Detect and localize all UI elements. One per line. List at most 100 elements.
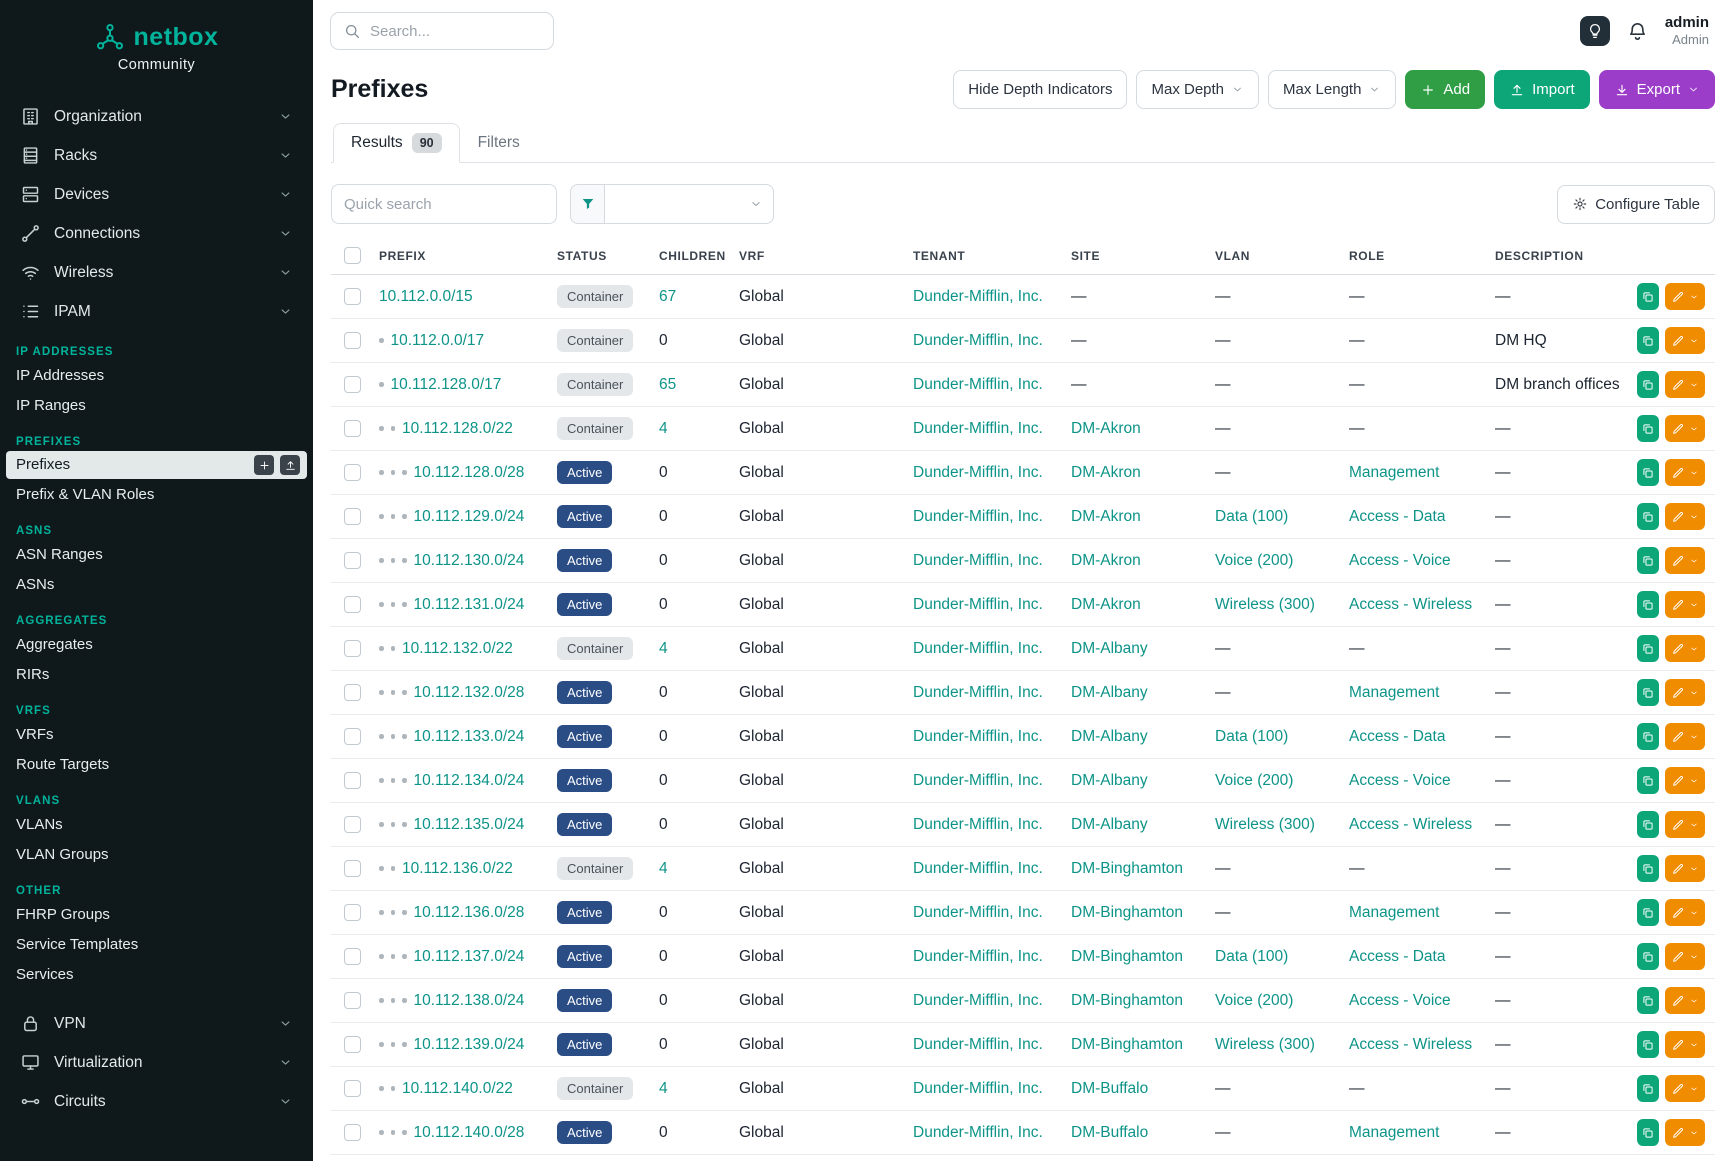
row-checkbox[interactable] — [344, 332, 361, 349]
tab-filters[interactable]: Filters — [460, 123, 538, 163]
copy-button[interactable] — [1637, 723, 1659, 750]
prefix-link[interactable]: 10.112.130.0/24 — [414, 552, 525, 569]
row-checkbox[interactable] — [344, 1124, 361, 1141]
hide-depth-indicators-button[interactable]: Hide Depth Indicators — [953, 70, 1127, 109]
copy-button[interactable] — [1637, 459, 1659, 486]
row-checkbox[interactable] — [344, 948, 361, 965]
site-link[interactable]: DM-Albany — [1071, 640, 1148, 657]
row-checkbox[interactable] — [344, 1080, 361, 1097]
site-link[interactable]: DM-Albany — [1071, 772, 1148, 789]
vlan-link[interactable]: Data (100) — [1215, 728, 1288, 745]
sidebar-item-racks[interactable]: Racks — [0, 136, 313, 175]
site-link[interactable]: DM-Binghamton — [1071, 904, 1183, 921]
tenant-link[interactable]: Dunder-Mifflin, Inc. — [913, 684, 1043, 701]
sidebar-item-devices[interactable]: Devices — [0, 175, 313, 214]
prefix-link[interactable]: 10.112.140.0/28 — [414, 1124, 525, 1141]
edit-dropdown-button[interactable] — [1665, 723, 1705, 750]
column-header-description[interactable]: Description — [1485, 238, 1627, 275]
row-checkbox[interactable] — [344, 640, 361, 657]
global-search[interactable] — [330, 12, 554, 50]
sidebar-item-ip-ranges[interactable]: IP Ranges — [0, 391, 313, 421]
site-link[interactable]: DM-Akron — [1071, 464, 1141, 481]
copy-button[interactable] — [1637, 987, 1659, 1014]
column-header-role[interactable]: Role — [1339, 238, 1485, 275]
edit-dropdown-button[interactable] — [1665, 327, 1705, 354]
prefix-link[interactable]: 10.112.128.0/17 — [391, 376, 502, 393]
edit-dropdown-button[interactable] — [1665, 855, 1705, 882]
copy-button[interactable] — [1637, 283, 1659, 310]
prefix-link[interactable]: 10.112.132.0/22 — [402, 640, 513, 657]
sidebar-item-services[interactable]: Services — [0, 960, 313, 990]
column-header-prefix[interactable]: Prefix — [369, 238, 547, 275]
tenant-link[interactable]: Dunder-Mifflin, Inc. — [913, 904, 1043, 921]
export-dropdown[interactable]: Export — [1599, 70, 1715, 109]
prefix-link[interactable]: 10.112.139.0/24 — [414, 1036, 525, 1053]
children-link[interactable]: 4 — [659, 1080, 668, 1097]
row-checkbox[interactable] — [344, 464, 361, 481]
tenant-link[interactable]: Dunder-Mifflin, Inc. — [913, 640, 1043, 657]
prefix-link[interactable]: 10.112.136.0/28 — [414, 904, 525, 921]
vlan-link[interactable]: Data (100) — [1215, 948, 1288, 965]
children-link[interactable]: 4 — [659, 420, 668, 437]
prefix-link[interactable]: 10.112.132.0/28 — [414, 684, 525, 701]
vlan-link[interactable]: Wireless (300) — [1215, 1036, 1315, 1053]
sidebar-item-vpn[interactable]: VPN — [0, 1004, 313, 1043]
role-link[interactable]: Management — [1349, 904, 1439, 921]
edit-dropdown-button[interactable] — [1665, 591, 1705, 618]
tenant-link[interactable]: Dunder-Mifflin, Inc. — [913, 464, 1043, 481]
copy-button[interactable] — [1637, 811, 1659, 838]
row-checkbox[interactable] — [344, 552, 361, 569]
sidebar-item-connections[interactable]: Connections — [0, 214, 313, 253]
add-prefix-button[interactable] — [254, 455, 274, 475]
site-link[interactable]: DM-Albany — [1071, 816, 1148, 833]
add-button[interactable]: Add — [1405, 70, 1485, 109]
role-link[interactable]: Access - Data — [1349, 948, 1445, 965]
tenant-link[interactable]: Dunder-Mifflin, Inc. — [913, 1036, 1043, 1053]
edit-dropdown-button[interactable] — [1665, 1119, 1705, 1146]
vlan-link[interactable]: Data (100) — [1215, 508, 1288, 525]
role-link[interactable]: Access - Wireless — [1349, 596, 1472, 613]
sidebar-item-virtualization[interactable]: Virtualization — [0, 1043, 313, 1082]
children-link[interactable]: 4 — [659, 640, 668, 657]
site-link[interactable]: DM-Binghamton — [1071, 992, 1183, 1009]
row-checkbox[interactable] — [344, 684, 361, 701]
edit-dropdown-button[interactable] — [1665, 283, 1705, 310]
copy-button[interactable] — [1637, 679, 1659, 706]
tenant-link[interactable]: Dunder-Mifflin, Inc. — [913, 772, 1043, 789]
site-link[interactable]: DM-Buffalo — [1071, 1124, 1148, 1141]
sidebar-item-aggregates[interactable]: Aggregates — [0, 630, 313, 660]
copy-button[interactable] — [1637, 1119, 1659, 1146]
sidebar-item-circuits[interactable]: Circuits — [0, 1082, 313, 1121]
role-link[interactable]: Management — [1349, 684, 1439, 701]
bell-icon[interactable] — [1626, 20, 1649, 43]
role-link[interactable]: Access - Wireless — [1349, 816, 1472, 833]
edit-dropdown-button[interactable] — [1665, 767, 1705, 794]
sidebar-item-asn-ranges[interactable]: ASN Ranges — [0, 540, 313, 570]
row-checkbox[interactable] — [344, 904, 361, 921]
role-link[interactable]: Access - Data — [1349, 508, 1445, 525]
tenant-link[interactable]: Dunder-Mifflin, Inc. — [913, 860, 1043, 877]
column-header-vrf[interactable]: VRF — [729, 238, 903, 275]
site-link[interactable]: DM-Akron — [1071, 420, 1141, 437]
sidebar-item-prefixes[interactable]: Prefixes — [6, 451, 307, 479]
row-checkbox[interactable] — [344, 992, 361, 1009]
children-link[interactable]: 67 — [659, 288, 676, 305]
edit-dropdown-button[interactable] — [1665, 371, 1705, 398]
theme-toggle-button[interactable] — [1580, 16, 1610, 46]
edit-dropdown-button[interactable] — [1665, 415, 1705, 442]
row-checkbox[interactable] — [344, 376, 361, 393]
row-checkbox[interactable] — [344, 420, 361, 437]
tenant-link[interactable]: Dunder-Mifflin, Inc. — [913, 332, 1043, 349]
edit-dropdown-button[interactable] — [1665, 1031, 1705, 1058]
user-menu[interactable]: admin Admin — [1665, 14, 1709, 48]
row-checkbox[interactable] — [344, 508, 361, 525]
site-link[interactable]: DM-Akron — [1071, 508, 1141, 525]
sidebar-item-vlan-groups[interactable]: VLAN Groups — [0, 840, 313, 870]
prefix-link[interactable]: 10.112.138.0/24 — [414, 992, 525, 1009]
filter-button[interactable] — [570, 184, 604, 224]
copy-button[interactable] — [1637, 855, 1659, 882]
saved-filter-select[interactable] — [604, 184, 774, 224]
copy-button[interactable] — [1637, 767, 1659, 794]
row-checkbox[interactable] — [344, 728, 361, 745]
prefix-link[interactable]: 10.112.129.0/24 — [414, 508, 525, 525]
